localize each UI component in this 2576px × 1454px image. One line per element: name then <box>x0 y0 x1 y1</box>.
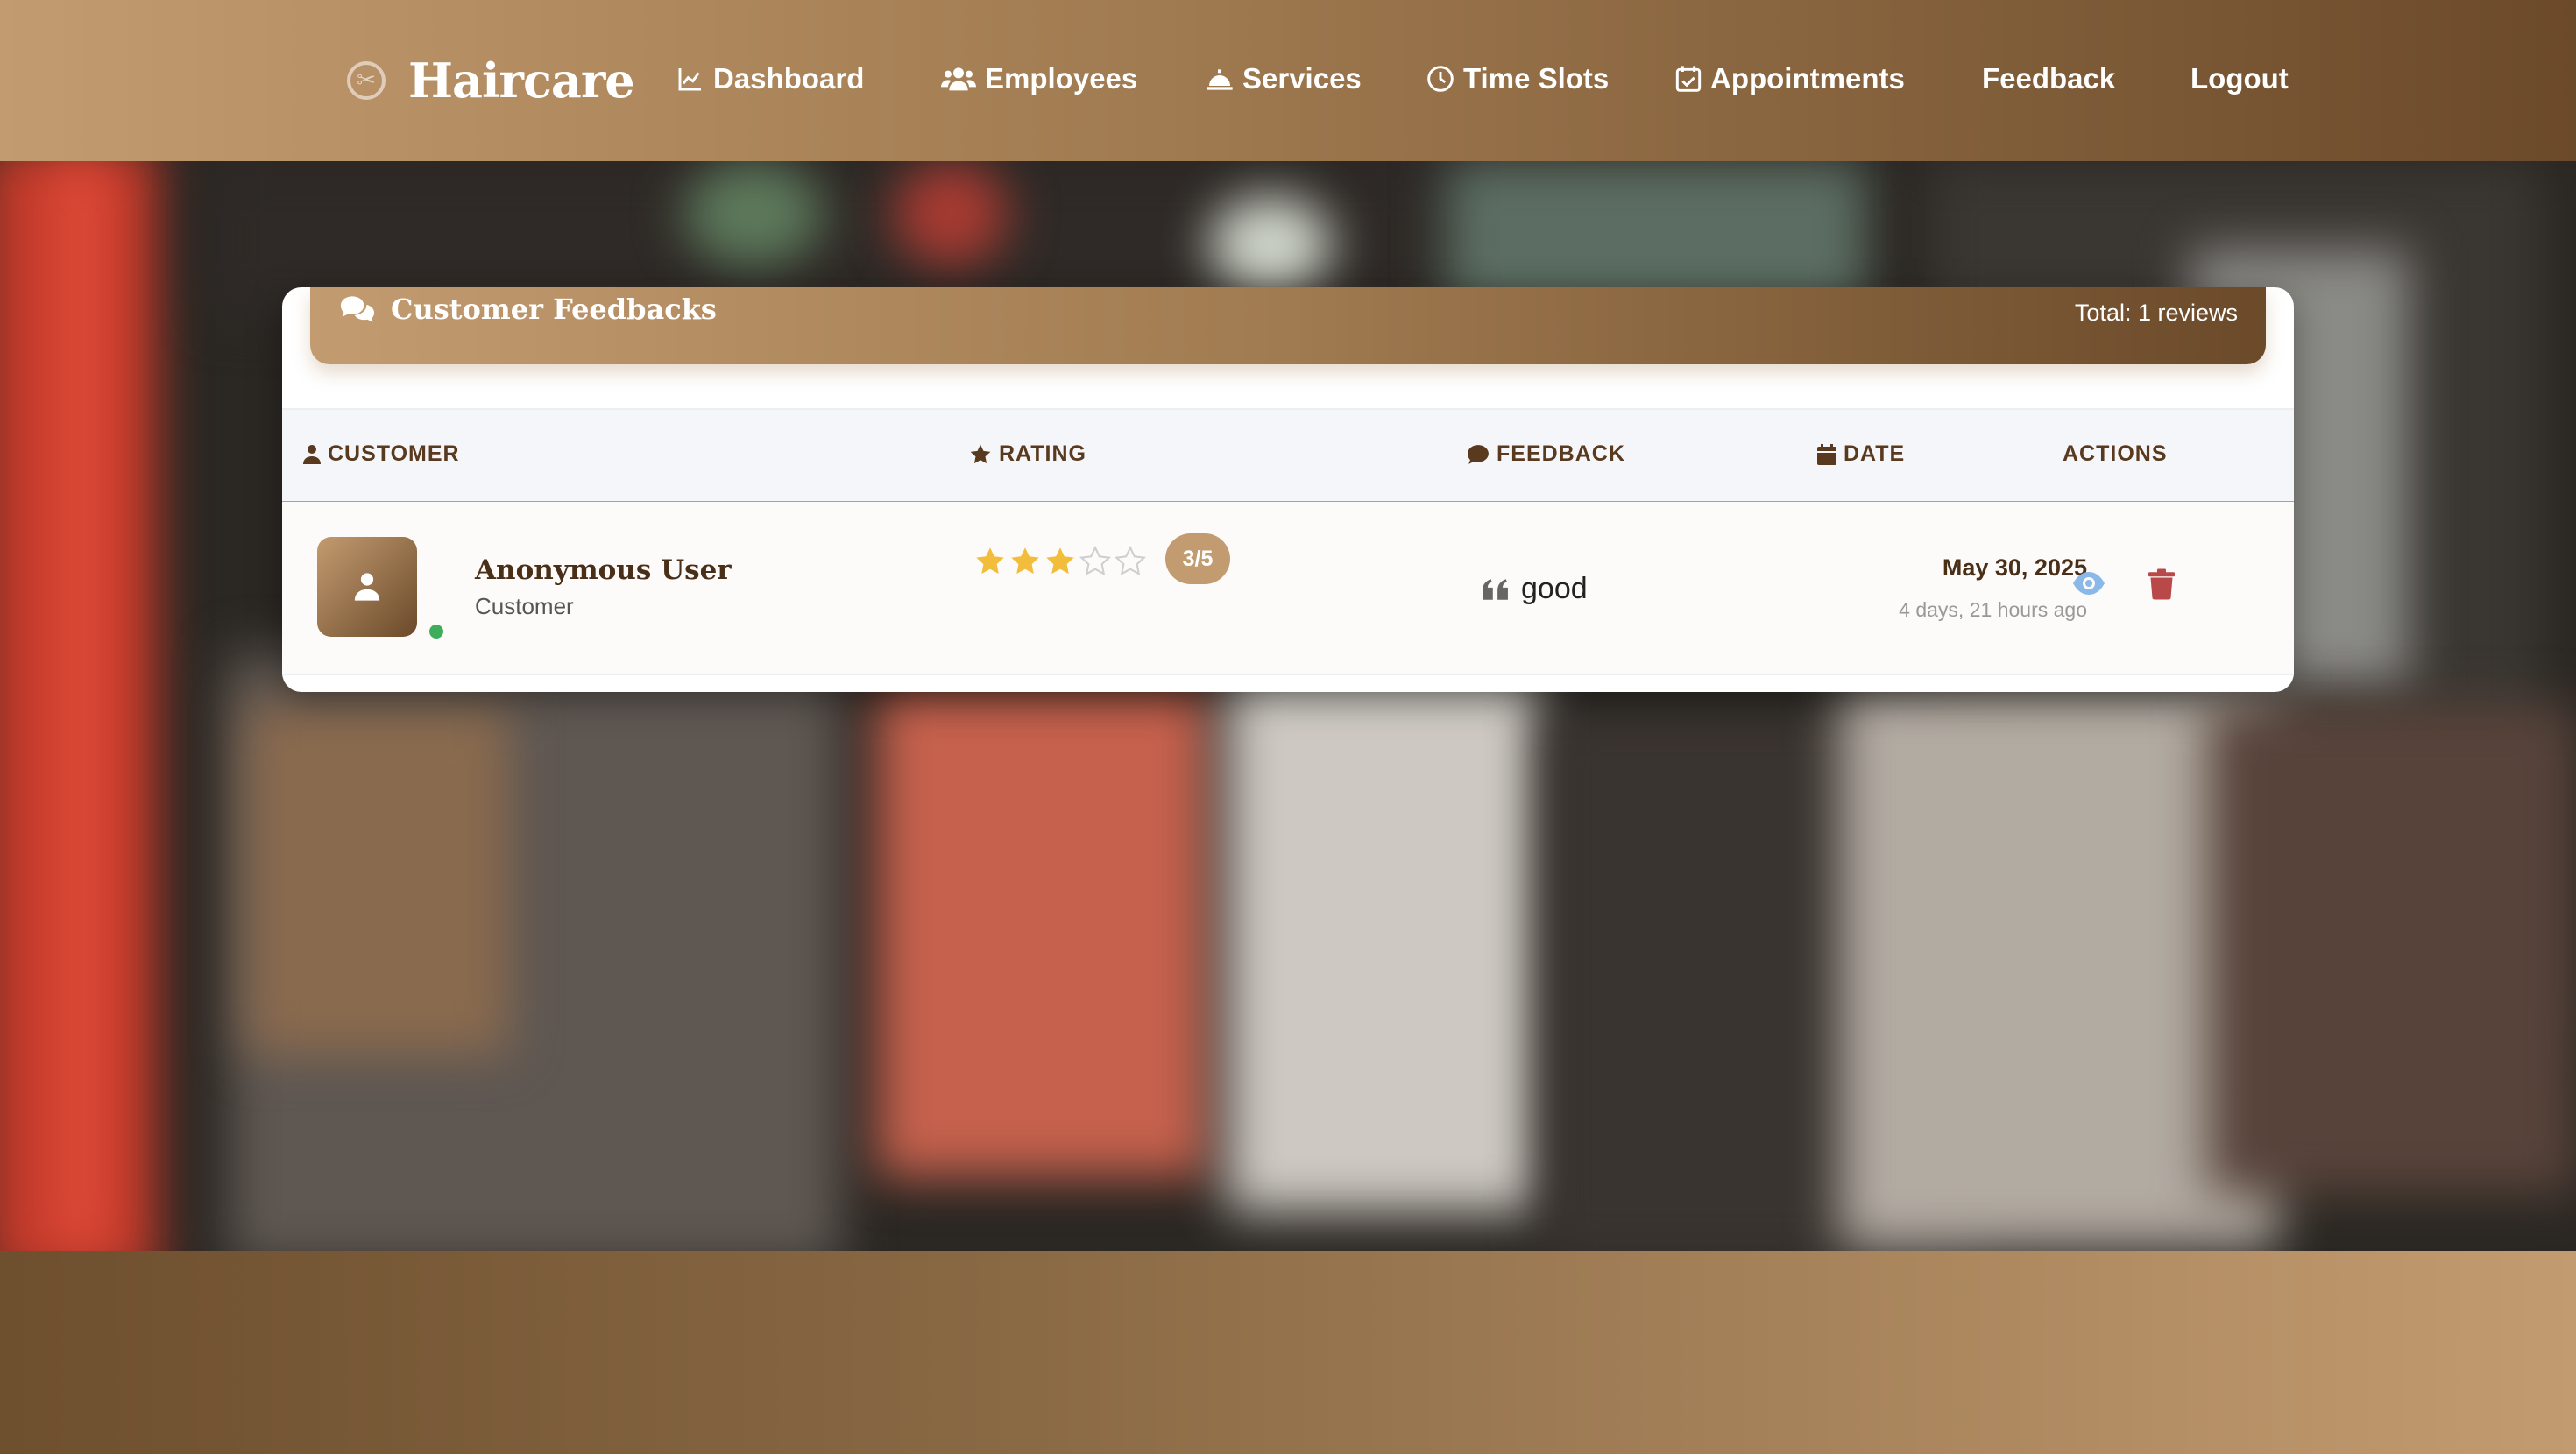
card-title: Customer Feedbacks <box>338 293 717 326</box>
th-feedback[interactable]: FEEDBACK <box>1467 441 1625 467</box>
user-icon <box>354 573 380 601</box>
users-icon <box>941 67 976 91</box>
card-header: Customer Feedbacks Total: 1 reviews <box>310 287 2266 364</box>
table-header: CUSTOMER RATING FEEDBACK DATE ACTIONS <box>282 408 2294 504</box>
nav-logout[interactable]: Logout <box>2190 53 2289 105</box>
nav-appointments[interactable]: Appointments <box>1675 53 1905 105</box>
trash-icon <box>2148 568 2175 600</box>
th-rating-label: RATING <box>999 441 1086 466</box>
feedback-card: Customer Feedbacks Total: 1 reviews CUST… <box>282 287 2294 692</box>
rating-stars <box>974 546 1150 577</box>
comment-icon <box>1468 444 1489 464</box>
feedback-cell: good <box>1483 572 1588 606</box>
star-filled-icon <box>1011 547 1039 575</box>
star-filled-icon <box>1046 547 1074 575</box>
brand[interactable]: ✂ Haircare <box>347 46 635 116</box>
top-navbar: ✂ Haircare Dashboard Employees Services … <box>0 0 2576 161</box>
calendar-check-icon <box>1675 66 1702 92</box>
feedback-text: good <box>1521 572 1588 605</box>
th-date-label: DATE <box>1844 441 1906 466</box>
star-filled-icon <box>976 547 1004 575</box>
user-icon <box>303 444 321 464</box>
nav-feedback-label: Feedback <box>1982 62 2116 95</box>
rating-badge: 3/5 <box>1165 533 1230 584</box>
customer-role: Customer <box>475 593 574 619</box>
quote-left-icon <box>1483 578 1508 600</box>
th-actions-label: ACTIONS <box>2063 441 2168 466</box>
th-customer[interactable]: CUSTOMER <box>303 441 460 467</box>
footer-band <box>0 1251 2576 1454</box>
customer-name: Anonymous User <box>475 554 732 586</box>
total-reviews: Total: 1 reviews <box>2074 300 2238 326</box>
clock-icon <box>1427 66 1454 92</box>
nav-dashboard-label: Dashboard <box>713 62 865 95</box>
table-row[interactable]: Anonymous User Customer 3/5 good May 30,… <box>282 502 2294 675</box>
card-title-text: Customer Feedbacks <box>391 293 717 326</box>
th-feedback-label: FEEDBACK <box>1497 441 1625 466</box>
th-date[interactable]: DATE <box>1817 441 1905 467</box>
scissors-logo-icon: ✂ <box>347 61 386 100</box>
star-icon <box>970 444 991 463</box>
nav-appointments-label: Appointments <box>1710 62 1905 95</box>
avatar <box>317 537 417 637</box>
eye-icon <box>2073 572 2105 595</box>
calendar-icon <box>1817 443 1836 465</box>
th-actions: ACTIONS <box>2063 441 2168 467</box>
nav-time-slots-label: Time Slots <box>1463 62 1610 95</box>
nav-employees[interactable]: Employees <box>941 53 1137 105</box>
comments-icon <box>340 296 375 322</box>
nav-logout-label: Logout <box>2190 62 2289 95</box>
online-status-dot <box>429 625 443 639</box>
star-empty-icon <box>1115 546 1146 576</box>
th-rating[interactable]: RATING <box>969 441 1086 467</box>
view-button[interactable] <box>2071 570 2106 600</box>
nav-time-slots[interactable]: Time Slots <box>1426 53 1609 105</box>
feedback-date: May 30, 2025 <box>1942 554 2087 581</box>
delete-button[interactable] <box>2148 568 2175 603</box>
concierge-bell-icon <box>1207 69 1233 90</box>
nav-dashboard[interactable]: Dashboard <box>676 53 864 105</box>
star-empty-icon <box>1079 546 1111 576</box>
brand-name: Haircare <box>408 53 635 109</box>
nav-feedback[interactable]: Feedback <box>1982 53 2115 105</box>
feedback-date-relative: 4 days, 21 hours ago <box>1899 598 2087 621</box>
th-customer-label: CUSTOMER <box>328 441 460 466</box>
nav-services-label: Services <box>1242 62 1362 95</box>
nav-employees-label: Employees <box>985 62 1138 95</box>
chart-line-icon <box>678 68 701 91</box>
nav-services[interactable]: Services <box>1206 53 1362 105</box>
